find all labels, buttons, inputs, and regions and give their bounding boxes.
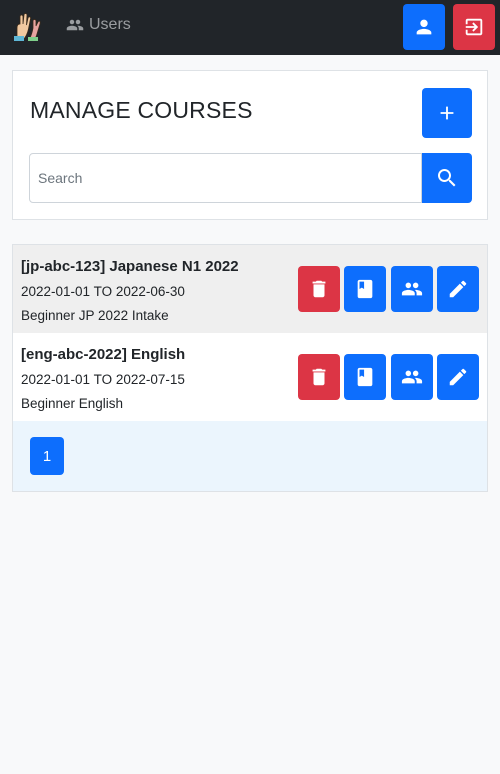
course-description: Beginner JP 2022 Intake (21, 308, 169, 323)
users-icon (66, 19, 84, 31)
course-students-button[interactable] (391, 354, 433, 400)
page-button-1[interactable]: 1 (30, 437, 64, 475)
trash-icon (312, 368, 326, 386)
trash-icon (312, 280, 326, 298)
course-item[interactable]: [eng-abc-2022] English 2022-01-01 TO 202… (13, 333, 487, 421)
pencil-icon (449, 368, 467, 386)
course-title[interactable]: [eng-abc-2022] English (21, 346, 185, 363)
search-button[interactable] (422, 153, 472, 203)
logout-icon (465, 18, 483, 36)
book-icon (357, 279, 373, 299)
course-list: [jp-abc-123] Japanese N1 2022 2022-01-01… (12, 244, 488, 492)
edit-course-button[interactable] (437, 266, 479, 312)
group-icon (401, 370, 423, 384)
edit-course-button[interactable] (437, 354, 479, 400)
course-title[interactable]: [jp-abc-123] Japanese N1 2022 (21, 258, 239, 275)
add-course-button[interactable] (422, 88, 472, 138)
search-input[interactable] (29, 153, 422, 203)
course-dates: 2022-01-01 TO 2022-07-15 (21, 372, 185, 387)
plus-icon (440, 106, 454, 120)
course-materials-button[interactable] (344, 354, 386, 400)
page-title: MANAGE COURSES (30, 97, 253, 123)
course-students-button[interactable] (391, 266, 433, 312)
logout-button[interactable] (453, 4, 495, 50)
user-icon (416, 19, 432, 35)
pencil-icon (449, 280, 467, 298)
delete-course-button[interactable] (298, 266, 340, 312)
raised-hands-logo-icon[interactable] (11, 12, 41, 42)
navbar: Users (0, 0, 500, 55)
search-icon (438, 169, 456, 187)
profile-button[interactable] (403, 4, 445, 50)
course-item[interactable]: [jp-abc-123] Japanese N1 2022 2022-01-01… (13, 245, 487, 333)
pagination: 1 (13, 421, 487, 491)
course-description: Beginner English (21, 396, 124, 411)
course-materials-button[interactable] (344, 266, 386, 312)
nav-users-label: Users (89, 16, 131, 33)
nav-users-link[interactable]: Users (66, 16, 131, 34)
course-dates: 2022-01-01 TO 2022-06-30 (21, 284, 185, 299)
book-icon (357, 367, 373, 387)
manage-courses-card: MANAGE COURSES (12, 70, 488, 220)
delete-course-button[interactable] (298, 354, 340, 400)
group-icon (401, 282, 423, 296)
